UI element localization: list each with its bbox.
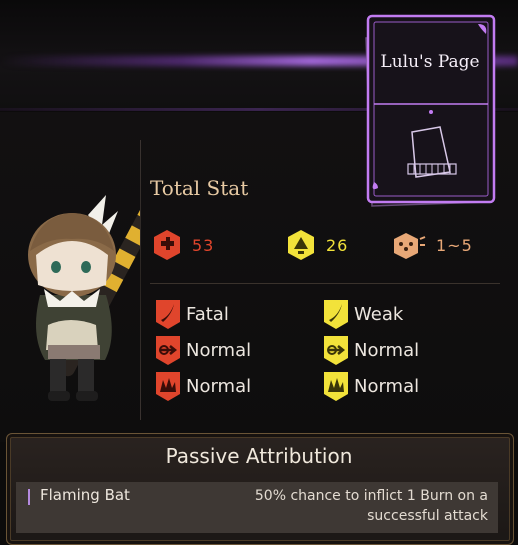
stagger-resist-pierce-label: Normal <box>354 339 420 361</box>
speed-value: 1~5 <box>436 235 473 255</box>
hp-resist-pierce-label: Normal <box>186 339 252 361</box>
pierce-resist-icon <box>156 336 180 365</box>
stagger-value: 26 <box>326 235 349 255</box>
blunt-resist-icon <box>156 372 180 401</box>
stagger-resist-slash: Weak <box>322 298 403 330</box>
slash-resist-icon <box>156 300 180 329</box>
speed-dice-icon <box>394 233 426 259</box>
hp-icon <box>154 230 180 260</box>
passive-item-description: 50% chance to inflict 1 Burn on a succes… <box>254 488 488 524</box>
page-card[interactable] <box>360 12 500 207</box>
horizontal-divider <box>150 283 500 284</box>
hp-value: 53 <box>192 235 215 255</box>
passive-item-name: Flaming Bat <box>40 486 130 504</box>
speed-stat: 1~5 <box>392 228 473 262</box>
passive-heading: Passive Attribution <box>165 444 353 468</box>
hp-resist-slash: Fatal <box>154 298 229 330</box>
stagger-resist-blunt-label: Normal <box>354 375 420 397</box>
stagger-icon <box>288 230 314 260</box>
total-stat-heading: Total Stat <box>150 176 249 200</box>
stagger-resist-blunt: Normal <box>322 370 419 402</box>
hp-stat: 53 <box>152 228 214 262</box>
slash-resist-icon <box>324 300 348 329</box>
stagger-resist-slash-label: Weak <box>354 303 404 325</box>
hp-resist-pierce: Normal <box>154 334 251 366</box>
stagger-resist-pierce: Normal <box>322 334 419 366</box>
hp-resist-blunt-label: Normal <box>186 375 252 397</box>
passive-item-marker <box>28 489 30 505</box>
vertical-divider <box>140 140 141 420</box>
page-title: Lulu's Page <box>380 52 480 72</box>
blunt-resist-icon <box>324 372 348 401</box>
pierce-resist-icon <box>324 336 348 365</box>
hp-resist-blunt: Normal <box>154 370 251 402</box>
character-sprite <box>28 195 140 401</box>
hp-resist-slash-label: Fatal <box>186 303 229 325</box>
stagger-stat: 26 <box>286 228 348 262</box>
